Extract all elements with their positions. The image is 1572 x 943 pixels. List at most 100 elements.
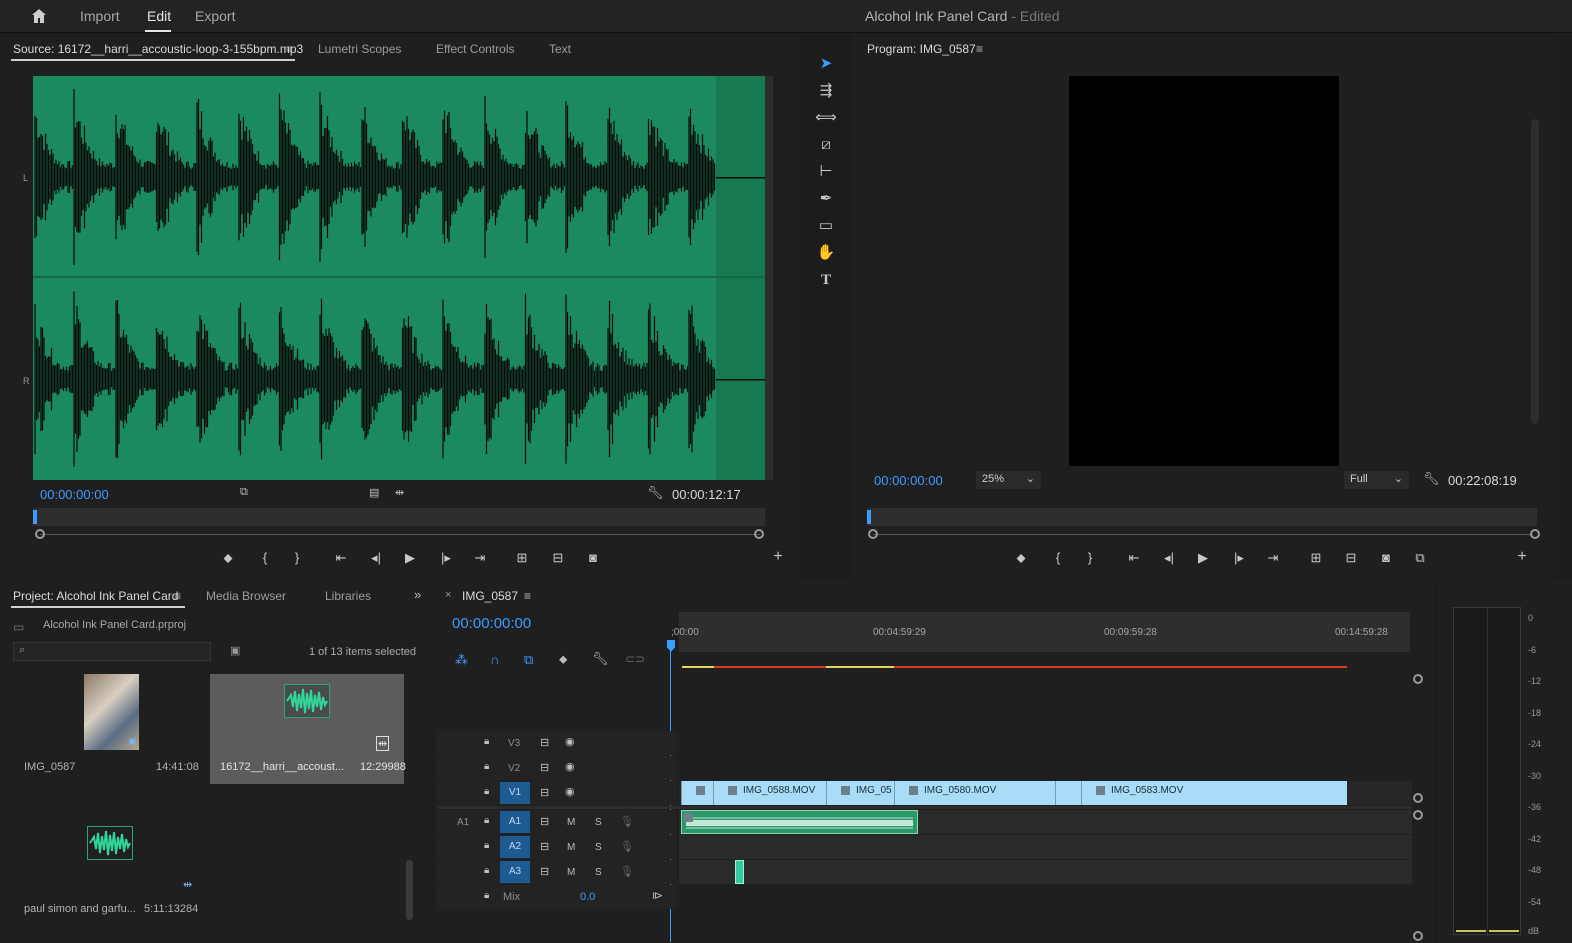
timeline-menu-icon[interactable]: ≡ xyxy=(524,589,531,603)
step-back-icon[interactable]: ◂| xyxy=(367,550,385,566)
track-select-tool-icon[interactable]: ⇶ xyxy=(815,80,837,102)
mark-out-icon[interactable]: } xyxy=(288,550,306,565)
tab-effect-controls[interactable]: Effect Controls xyxy=(436,42,514,56)
nav-edit[interactable]: Edit xyxy=(147,8,171,24)
track-mix[interactable] xyxy=(679,885,1412,909)
go-to-in-icon[interactable]: ⇤ xyxy=(332,550,350,566)
source-patch[interactable]: A1 xyxy=(457,817,469,828)
step-forward-icon[interactable]: |▸ xyxy=(1230,550,1248,566)
project-scrollbar[interactable] xyxy=(406,860,413,920)
zoom-handle[interactable] xyxy=(1413,931,1423,941)
sync-lock-icon[interactable]: ⊟ xyxy=(540,736,549,749)
go-to-out-icon[interactable]: ⇥ xyxy=(471,550,489,566)
add-marker-icon[interactable]: ⬥ xyxy=(219,550,237,566)
tab-source[interactable]: Source: 16172__harri__accoustic-loop-3-1… xyxy=(13,42,303,56)
step-forward-icon[interactable]: |▸ xyxy=(437,550,455,566)
tab-lumetri-scopes[interactable]: Lumetri Scopes xyxy=(318,42,401,56)
track-label[interactable]: V3 xyxy=(508,738,520,749)
sync-lock-icon[interactable]: ⊟ xyxy=(540,865,549,878)
track-divider[interactable] xyxy=(437,806,1412,809)
slip-tool-icon[interactable]: ⊢ xyxy=(815,161,837,183)
track-a3[interactable] xyxy=(679,860,1412,884)
source-menu-icon[interactable]: ≡ xyxy=(286,42,293,56)
solo-button[interactable]: S xyxy=(595,817,602,828)
mute-button[interactable]: M xyxy=(567,867,575,878)
tab-libraries[interactable]: Libraries xyxy=(325,589,371,603)
eye-icon[interactable]: ◉ xyxy=(565,785,575,798)
resolution-select[interactable]: Full ⌄ xyxy=(1344,471,1409,489)
export-frame-icon[interactable]: ◙ xyxy=(584,550,602,565)
pen-tool-icon[interactable]: ✒ xyxy=(815,188,837,210)
program-menu-icon[interactable]: ≡ xyxy=(976,42,983,56)
play-icon[interactable]: ▶ xyxy=(401,550,419,566)
zoom-handle-right[interactable] xyxy=(754,529,764,539)
add-button-icon[interactable]: + xyxy=(1513,548,1531,566)
tab-media-browser[interactable]: Media Browser xyxy=(206,589,286,603)
go-to-in-icon[interactable]: ⇤ xyxy=(1125,550,1143,566)
tab-project[interactable]: Project: Alcohol Ink Panel Card xyxy=(13,589,178,603)
track-target-v1[interactable]: V1 xyxy=(500,782,530,804)
video-clip[interactable] xyxy=(681,781,713,805)
solo-button[interactable]: S xyxy=(595,867,602,878)
insert-icon[interactable]: ⊞ xyxy=(513,550,531,566)
zoom-handle[interactable] xyxy=(1413,810,1423,820)
eye-icon[interactable]: ◉ xyxy=(565,760,575,773)
mute-button[interactable]: M xyxy=(567,817,575,828)
ripple-edit-tool-icon[interactable]: ⟺ xyxy=(815,107,837,129)
program-timecode[interactable]: 00:00:00:00 xyxy=(874,473,943,488)
lock-icon[interactable]: 🔒︎ xyxy=(484,786,489,797)
lock-icon[interactable]: 🔒︎ xyxy=(484,761,489,772)
lock-icon[interactable]: 🔒︎ xyxy=(484,890,489,901)
program-scrollbar[interactable] xyxy=(1531,119,1539,424)
sync-lock-icon[interactable]: ⊟ xyxy=(540,815,549,828)
sync-lock-icon[interactable]: ⊟ xyxy=(540,840,549,853)
project-item-selected[interactable]: ⇹ 16172__harri__accoust... 12:29988 xyxy=(210,674,406,784)
export-frame-icon[interactable]: ◙ xyxy=(1377,550,1395,565)
audio-clip[interactable] xyxy=(681,810,918,834)
program-playhead[interactable] xyxy=(867,510,871,524)
sync-lock-icon[interactable]: ⊟ xyxy=(540,786,549,799)
zoom-handle-left[interactable] xyxy=(868,529,878,539)
captions-icon[interactable]: ⊂⊃ xyxy=(625,652,645,666)
waveform-scrollbar[interactable] xyxy=(765,76,773,480)
linked-selection-icon[interactable]: ⧉ xyxy=(524,652,533,668)
source-timecode[interactable]: 00:00:00:00 xyxy=(40,487,109,502)
project-item[interactable]: ▣ IMG_0587 14:41:08 xyxy=(13,674,210,784)
nest-sequence-icon[interactable]: ⁂ xyxy=(455,652,468,668)
add-button-icon[interactable]: + xyxy=(769,548,787,566)
source-time-ruler[interactable] xyxy=(33,508,765,526)
timeline-timecode[interactable]: 00:00:00:00 xyxy=(452,615,531,632)
zoom-handle-right[interactable] xyxy=(1530,529,1540,539)
rectangle-tool-icon[interactable]: ▭ xyxy=(815,215,837,237)
go-to-out-icon[interactable]: ⇥ xyxy=(1264,550,1282,566)
track-target-a3[interactable]: A3 xyxy=(500,861,530,883)
video-clip[interactable]: IMG_0588.MOV xyxy=(713,781,826,805)
add-marker-icon[interactable]: ⬥ xyxy=(559,652,567,667)
track-a2[interactable] xyxy=(679,835,1412,859)
home-icon[interactable] xyxy=(30,7,48,25)
snap-icon[interactable]: ∩ xyxy=(490,652,499,667)
program-time-ruler[interactable] xyxy=(867,508,1537,526)
panel-overflow-icon[interactable]: » xyxy=(414,587,421,602)
source-playhead[interactable] xyxy=(33,510,37,524)
mark-in-icon[interactable]: { xyxy=(256,550,274,565)
nav-export[interactable]: Export xyxy=(195,8,235,24)
wrench-icon[interactable]: 🔧︎ xyxy=(592,651,609,667)
lock-icon[interactable]: 🔒︎ xyxy=(484,736,489,747)
comparison-view-icon[interactable]: ⧉ xyxy=(1411,550,1429,566)
project-item[interactable]: ⇹ paul simon and garfu... 5:11:13284 xyxy=(13,816,210,926)
audio-waveform-toggle-icon[interactable]: ⇹ xyxy=(395,486,404,499)
hand-tool-icon[interactable]: ✋ xyxy=(815,242,837,264)
drag-audio-icon[interactable]: ▤ xyxy=(369,486,379,499)
step-back-icon[interactable]: ◂| xyxy=(1160,550,1178,566)
close-icon[interactable]: × xyxy=(445,589,451,601)
razor-tool-icon[interactable]: ⧄ xyxy=(815,134,837,156)
tab-timeline-sequence[interactable]: IMG_0587 xyxy=(462,589,518,603)
search-input[interactable]: ⌕ xyxy=(13,642,211,661)
sync-lock-icon[interactable]: ⊟ xyxy=(540,761,549,774)
zoom-select[interactable]: 25% ⌄ xyxy=(976,471,1041,489)
track-target-a1[interactable]: A1 xyxy=(500,811,530,833)
microphone-icon[interactable]: 🎙︎ xyxy=(620,840,634,853)
project-menu-icon[interactable]: ≡ xyxy=(174,589,181,603)
add-marker-icon[interactable]: ⬥ xyxy=(1012,550,1030,566)
